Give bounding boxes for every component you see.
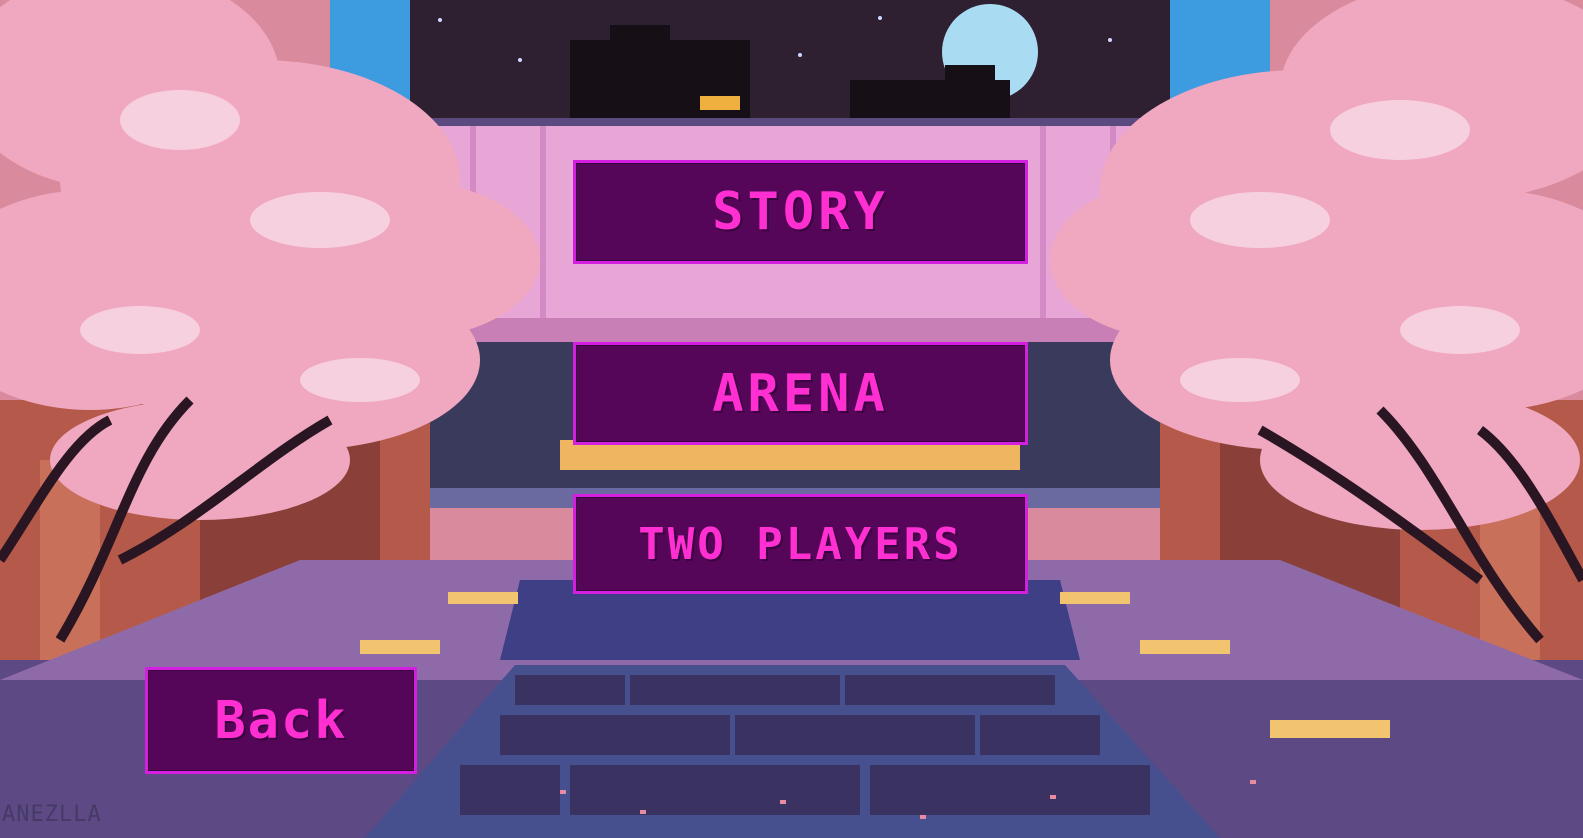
back-button[interactable]: Back — [145, 667, 417, 774]
game-scene: STORY ARENA TWO PLAYERS Back ANEZLLA — [0, 0, 1583, 838]
two-players-button[interactable]: TWO PLAYERS — [573, 494, 1028, 594]
arena-button[interactable]: ARENA — [573, 342, 1028, 445]
story-button[interactable]: STORY — [573, 160, 1028, 264]
artist-watermark: ANEZLLA — [2, 802, 102, 827]
